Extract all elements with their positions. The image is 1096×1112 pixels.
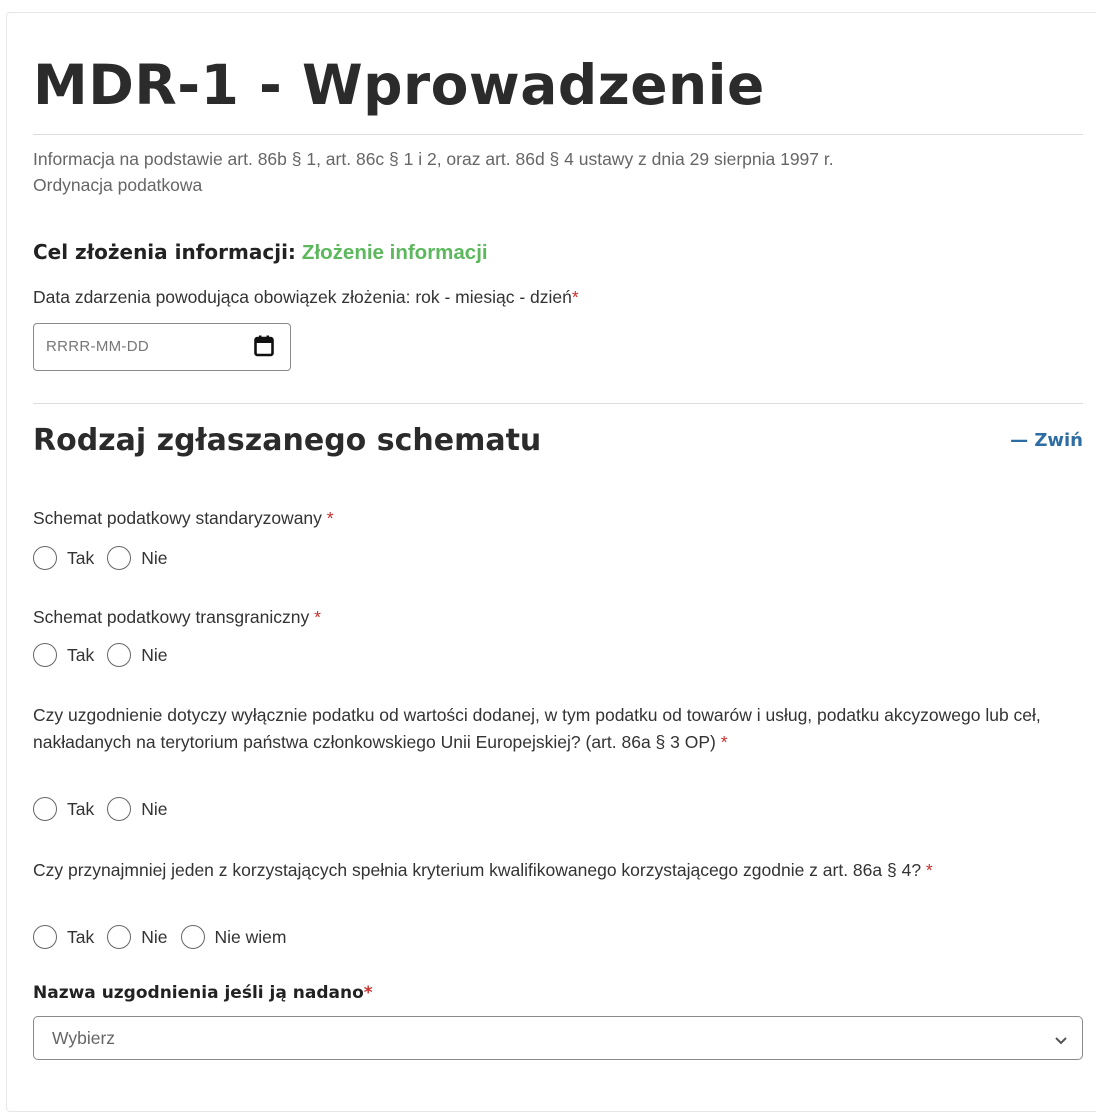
radio-label: Nie [141,926,168,947]
collapse-section-link[interactable]: — Zwiń [1010,430,1083,451]
section-title: Rodzaj zgłaszanego schematu [33,423,542,458]
radio-button[interactable] [33,546,57,570]
arrangement-name-select[interactable]: Wybierz [33,1016,1083,1060]
required-marker: * [363,983,373,1003]
radio-button[interactable] [180,925,205,949]
radio-option-nie[interactable]: Nie [107,797,168,821]
radio-button[interactable] [107,546,132,570]
legal-basis-text: Informacja na podstawie art. 86b § 1, ar… [33,146,1073,198]
question-cross-border-scheme: Schemat podatkowy transgraniczny * [33,604,1073,631]
question-label: Czy przynajmniej jeden z korzystających … [33,860,922,880]
radio-group-standardized-scheme: Tak Nie [33,546,181,570]
radio-option-tak[interactable]: Tak [33,797,94,821]
radio-label: Tak [67,547,95,568]
radio-button[interactable] [33,643,57,667]
radio-label: Tak [67,798,95,819]
radio-label: Nie [141,644,168,665]
title-divider [33,134,1083,135]
radio-label: Nie [141,798,168,819]
required-marker: * [715,732,728,752]
question-qualified-beneficiary: Czy przynajmniej jeden z korzystających … [33,857,1073,884]
chevron-down-icon [1054,1033,1068,1045]
radio-group-vat-only: Tak Nie [33,797,181,821]
section-divider [33,403,1083,404]
arrangement-name-label-text: Nazwa uzgodnienia jeśli ją nadano [33,983,364,1003]
calendar-icon[interactable] [254,335,274,357]
radio-label: Tak [67,644,95,665]
radio-label: Tak [67,926,95,947]
radio-label: Nie wiem [214,926,287,947]
radio-option-nie-wiem[interactable]: Nie wiem [180,925,287,949]
event-date-input[interactable]: RRRR-MM-DD [33,323,291,371]
submission-purpose-label: Cel złożenia informacji: [33,240,296,264]
event-date-placeholder: RRRR-MM-DD [46,338,149,355]
radio-option-nie[interactable]: Nie [107,546,168,570]
question-standardized-scheme: Schemat podatkowy standaryzowany * [33,505,1073,532]
required-marker: * [571,287,579,307]
question-label: Schemat podatkowy transgraniczny [33,607,310,627]
radio-option-tak[interactable]: Tak [33,643,94,667]
question-label: Czy uzgodnienie dotyczy wyłącznie podatk… [33,705,1041,752]
event-date-label: Data zdarzenia powodująca obowiązek złoż… [33,287,579,308]
radio-group-cross-border-scheme: Tak Nie [33,643,181,667]
radio-group-qualified-beneficiary: Tak Nie Nie wiem [33,925,299,949]
required-marker: * [921,860,933,880]
question-label: Schemat podatkowy standaryzowany [33,508,322,528]
legal-basis-line-1: Informacja na podstawie art. 86b § 1, ar… [33,149,834,169]
arrangement-name-label: Nazwa uzgodnienia jeśli ją nadano* [33,983,373,1003]
radio-button[interactable] [33,925,57,949]
select-value: Wybierz [52,1028,116,1048]
page-title: MDR-1 - Wprowadzenie [33,53,765,117]
radio-label: Nie [141,547,168,568]
question-vat-only: Czy uzgodnienie dotyczy wyłącznie podatk… [33,702,1073,756]
radio-option-tak[interactable]: Tak [33,925,94,949]
submission-purpose: Cel złożenia informacji: Złożenie informa… [33,240,488,265]
radio-button[interactable] [107,925,132,949]
legal-basis-line-2: Ordynacja podatkowa [33,175,203,195]
radio-option-nie[interactable]: Nie [107,643,168,667]
radio-option-tak[interactable]: Tak [33,546,94,570]
event-date-label-text: Data zdarzenia powodująca obowiązek złoż… [33,287,572,307]
submission-purpose-value: Złożenie informacji [301,241,488,264]
required-marker: * [309,607,321,627]
required-marker: * [321,508,334,528]
radio-option-nie[interactable]: Nie [107,925,168,949]
radio-button[interactable] [33,797,57,821]
radio-button[interactable] [107,643,132,667]
radio-button[interactable] [107,797,132,821]
